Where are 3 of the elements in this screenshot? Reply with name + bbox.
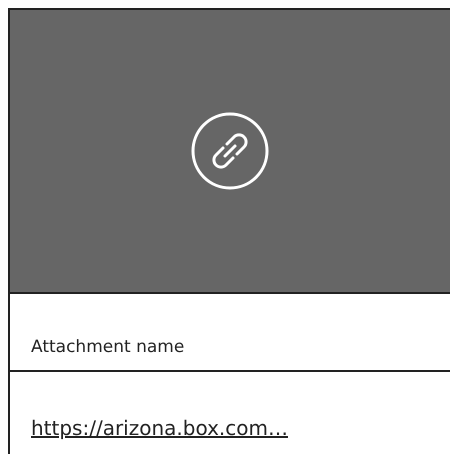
attachment-link[interactable]: https://arizona.box.com… (31, 416, 288, 440)
attachment-name: Attachment name (31, 337, 184, 357)
link-icon (190, 111, 270, 191)
